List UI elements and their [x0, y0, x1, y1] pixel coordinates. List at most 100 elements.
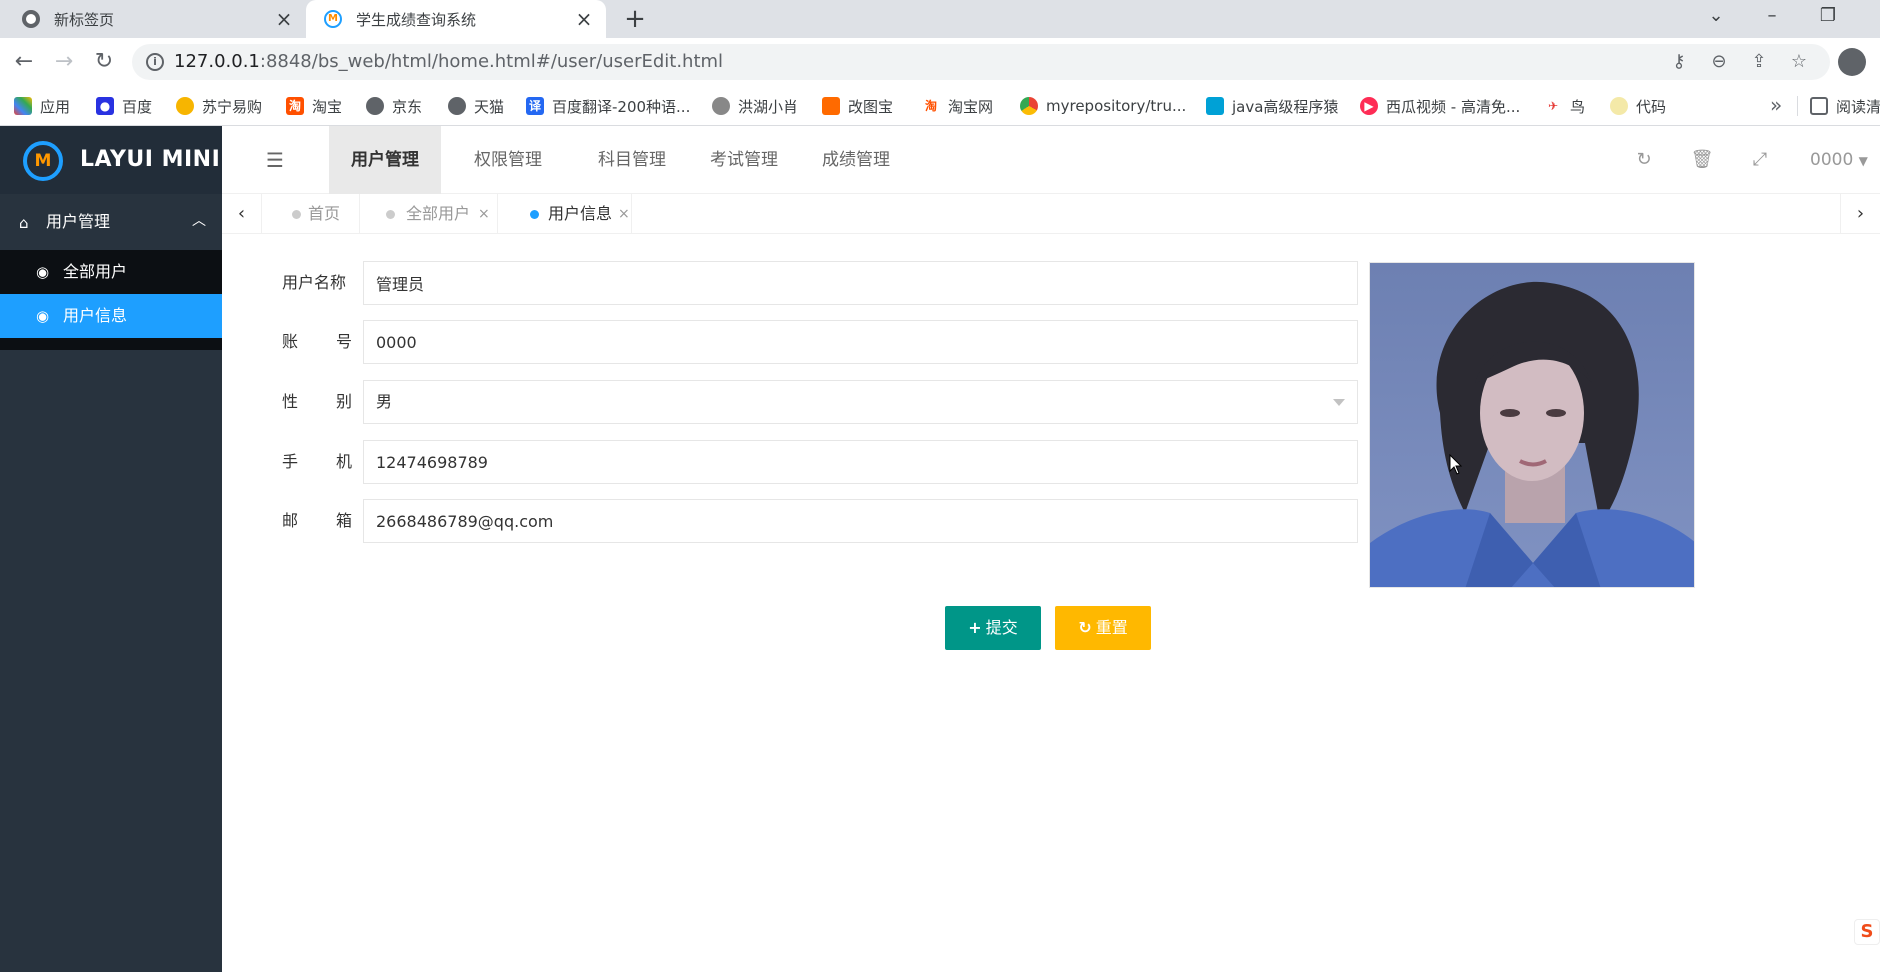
close-icon[interactable]: ×	[574, 9, 594, 29]
bookmark-label: 代码	[1636, 97, 1667, 116]
browser-tab-title: 学生成绩查询系统	[356, 10, 477, 29]
chevron-up-icon: ︿	[192, 213, 206, 229]
bookmark-xigua[interactable]: ▶ 西瓜视频 - 高清免...	[1360, 86, 1520, 126]
bird-icon: ✈	[1544, 97, 1562, 115]
top-nav-subject-management[interactable]: 科目管理	[576, 126, 688, 194]
phone-field[interactable]	[363, 440, 1358, 484]
refresh-icon[interactable]: ↻	[1632, 148, 1656, 172]
sidebar-item-label: 用户管理	[46, 212, 111, 231]
page-tab-home[interactable]: 首页	[262, 194, 360, 234]
bookmark-honghu[interactable]: 洪湖小肖	[712, 86, 798, 126]
tab-dot	[292, 210, 301, 219]
tab-search-chevron-icon[interactable]: ⌄	[1688, 0, 1744, 32]
tab-dot	[530, 210, 539, 219]
site-favicon-icon: M	[324, 10, 342, 28]
url-text[interactable]: 127.0.0.1:8848/bs_web/html/home.html#/us…	[174, 44, 723, 80]
bookmark-tmall[interactable]: 天猫	[448, 86, 504, 126]
label-char: 性	[282, 392, 299, 411]
minimize-icon[interactable]: –	[1744, 0, 1800, 32]
account-field[interactable]	[363, 320, 1358, 364]
forward-arrow-icon[interactable]: →	[48, 46, 80, 78]
bookmark-java[interactable]: java高级程序猿	[1206, 86, 1338, 126]
site-info-icon[interactable]: i	[146, 53, 164, 71]
page-tabs-bar: ‹ 首页 全部用户 × 用户信息 × ›	[222, 194, 1880, 234]
url-path: :8848/bs_web/html/home.html#/user/userEd…	[259, 51, 724, 72]
url-omnibox[interactable]: i 127.0.0.1:8848/bs_web/html/home.html#/…	[132, 44, 1830, 80]
star-icon[interactable]: ☆	[1786, 49, 1812, 75]
restore-icon[interactable]: ❐	[1800, 0, 1856, 32]
chrome-icon	[1020, 97, 1038, 115]
page-tab-all-users[interactable]: 全部用户 ×	[360, 194, 498, 234]
reset-button[interactable]: ↻ 重置	[1055, 606, 1151, 650]
zoom-icon[interactable]: ⊖	[1706, 49, 1732, 75]
logo-text: LAYUI MINI	[80, 147, 221, 172]
label-char: 邮	[282, 511, 299, 530]
profile-avatar-icon[interactable]	[1838, 48, 1866, 76]
sidebar-item-label: 全部用户	[63, 262, 128, 281]
bookmark-label: 天猫	[474, 97, 505, 116]
phone-label: 手机	[282, 440, 352, 484]
logo[interactable]: M LAYUI MINI	[0, 126, 222, 194]
bookmark-baidu-translate[interactable]: 译 百度翻译-200种语...	[526, 86, 690, 126]
top-nav-score-management[interactable]: 成绩管理	[800, 126, 912, 194]
page-tab-label: 全部用户	[406, 204, 471, 223]
gender-select[interactable]: 男	[363, 380, 1358, 424]
globe-icon	[448, 97, 466, 115]
sidebar-item-user-management[interactable]: ⌂ 用户管理 ︿	[0, 194, 222, 250]
bookmark-niao[interactable]: ✈ 鸟	[1544, 86, 1585, 126]
share-icon[interactable]: ⇪	[1746, 49, 1772, 75]
close-icon[interactable]: ×	[478, 194, 490, 234]
close-icon[interactable]: ×	[274, 9, 294, 29]
taobao-icon: 淘	[286, 97, 304, 115]
page-tab-user-info[interactable]: 用户信息 ×	[498, 194, 632, 234]
browser-tabstrip: 新标签页 × M 学生成绩查询系统 × + ⌄ – ❐	[0, 0, 1880, 38]
reading-list-label: 阅读清	[1836, 97, 1880, 116]
browser-tab-newtab[interactable]: 新标签页 ×	[0, 0, 306, 38]
user-avatar-image[interactable]	[1369, 262, 1695, 588]
suning-icon	[176, 97, 194, 115]
close-icon[interactable]: ×	[618, 194, 630, 234]
bookmark-label: 鸟	[1570, 97, 1586, 116]
bookmark-taobaowang[interactable]: 淘 淘宝网	[922, 86, 993, 126]
tabs-scroll-right-icon[interactable]: ›	[1840, 194, 1880, 234]
email-field[interactable]	[363, 499, 1358, 543]
bookmark-label: 洪湖小肖	[738, 97, 799, 116]
key-icon[interactable]: ⚷	[1666, 49, 1692, 75]
browser-tab-title: 新标签页	[54, 10, 115, 29]
bookmark-label: 苏宁易购	[202, 97, 263, 116]
submit-button[interactable]: + 提交	[945, 606, 1041, 650]
reading-list[interactable]: 阅读清	[1810, 86, 1880, 126]
bookmark-label: 淘宝	[312, 97, 343, 116]
new-tab-plus-icon[interactable]: +	[620, 4, 650, 34]
username-field[interactable]	[363, 261, 1358, 305]
bookmark-daima[interactable]: 代码	[1610, 86, 1666, 126]
top-nav-exam-management[interactable]: 考试管理	[688, 126, 800, 194]
refresh-icon: ↻	[1078, 618, 1092, 637]
menu-toggle-icon[interactable]: ☰	[266, 148, 284, 172]
bookmark-taobao[interactable]: 淘 淘宝	[286, 86, 342, 126]
top-nav-user-management[interactable]: 用户管理	[329, 126, 441, 194]
bookmarks-overflow-icon[interactable]: »	[1770, 86, 1782, 126]
top-nav-permission-management[interactable]: 权限管理	[452, 126, 564, 194]
bookmark-baidu[interactable]: ● 百度	[96, 86, 152, 126]
browser-tab-active[interactable]: M 学生成绩查询系统 ×	[306, 0, 606, 38]
translate-icon: 译	[526, 97, 544, 115]
bookmarks-divider	[1797, 96, 1798, 116]
sidebar-item-all-users[interactable]: ◉ 全部用户	[0, 250, 222, 294]
sidebar-item-user-info[interactable]: ◉ 用户信息	[0, 294, 222, 338]
back-arrow-icon[interactable]: ←	[8, 46, 40, 78]
trash-icon[interactable]: 🗑	[1690, 148, 1714, 172]
tabs-scroll-left-icon[interactable]: ‹	[222, 194, 262, 234]
sogou-ime-icon[interactable]: S	[1854, 919, 1880, 945]
bookmark-apps[interactable]: 应用	[14, 86, 70, 126]
email-label: 邮箱	[282, 499, 352, 543]
bookmark-jd[interactable]: 京东	[366, 86, 422, 126]
bookmark-gaitubao[interactable]: 改图宝	[822, 86, 893, 126]
fullscreen-icon[interactable]: ⤢	[1748, 148, 1772, 172]
reload-icon[interactable]: ↻	[88, 46, 120, 78]
user-menu[interactable]: 0000 ▼	[1810, 126, 1868, 195]
top-nav: ☰ 用户管理 权限管理 科目管理 考试管理 成绩管理 ↻ 🗑 ⤢ 0000 ▼	[222, 126, 1880, 194]
dashboard-icon: ◉	[36, 263, 50, 281]
bookmark-myrepository[interactable]: myrepository/tru...	[1020, 86, 1186, 126]
bookmark-suning[interactable]: 苏宁易购	[176, 86, 262, 126]
